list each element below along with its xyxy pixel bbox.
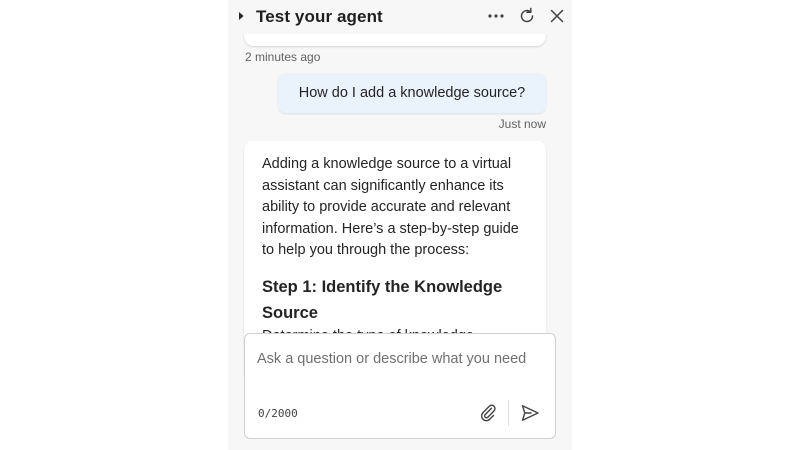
caret-right-icon[interactable] (236, 10, 246, 22)
paperclip-icon (477, 402, 499, 424)
attach-button[interactable] (477, 402, 499, 424)
bot-message-intro: Adding a knowledge source to a virtual a… (262, 156, 519, 258)
refresh-button[interactable] (515, 5, 539, 27)
panel-header: Test your agent (228, 0, 572, 34)
user-message-bubble: How do I add a knowledge source? (278, 73, 546, 113)
more-options-button[interactable] (484, 5, 508, 27)
test-agent-panel: 2 minutes ago How do I add a knowledge s… (228, 0, 572, 450)
previous-message-timestamp: 2 minutes ago (245, 50, 321, 64)
more-horizontal-icon (484, 5, 508, 27)
message-composer: 0/2000 (244, 333, 556, 439)
user-message-timestamp: Just now (498, 117, 546, 131)
close-icon (545, 5, 569, 27)
send-icon (519, 402, 541, 424)
bot-step-heading: Step 1: Identify the Knowledge Source (262, 278, 503, 322)
refresh-icon (515, 5, 539, 27)
character-counter: 0/2000 (258, 407, 298, 420)
composer-divider (508, 400, 509, 426)
send-button[interactable] (519, 402, 541, 424)
page: 2 minutes ago How do I add a knowledge s… (0, 0, 800, 450)
user-message-text: How do I add a knowledge source? (298, 85, 526, 101)
close-button[interactable] (545, 5, 569, 27)
message-input[interactable] (257, 348, 527, 392)
panel-title: Test your agent (256, 7, 383, 26)
